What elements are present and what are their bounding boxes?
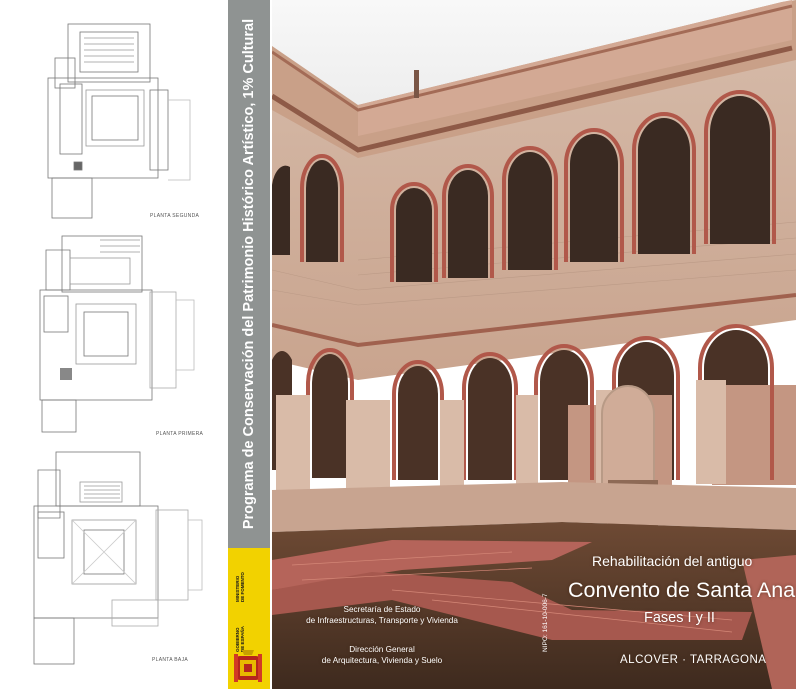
- gobierno-label: GOBIERNO DE ESPAÑA: [235, 626, 245, 652]
- plan-label-first: PLANTA PRIMERA: [156, 431, 204, 437]
- plan-label-ground: PLANTA BAJA: [152, 657, 188, 663]
- cover-subtitle-1: Rehabilitación del antiguo: [592, 553, 753, 569]
- nipo-code: NIPO: 161-10-006-7: [542, 593, 549, 652]
- secretary-line-2: de Infraestructuras, Transporte y Vivien…: [306, 616, 458, 625]
- coat-of-arms-icon: [234, 650, 262, 682]
- book-spine: Programa de Conservación del Patrimonio …: [226, 0, 272, 689]
- floor-plans-panel: PLANTA SEGUNDA PLANTA PRIMERA PLANTA BAJ…: [0, 0, 226, 689]
- plan-label-second: PLANTA SEGUNDA: [150, 213, 200, 219]
- spine-title: Programa de Conservación del Patrimonio …: [241, 18, 257, 530]
- secretary-block: Secretaría de Estado de Infraestructuras…: [272, 604, 492, 626]
- plan-ground-floor: [33, 451, 203, 665]
- cover-location: ALCOVER · TARRAGONA: [620, 654, 767, 666]
- direction-line-2: de Arquitectura, Vivienda y Suelo: [321, 656, 443, 665]
- floor-plans-drawing: [33, 23, 203, 665]
- direction-block: Dirección General de Arquitectura, Vivie…: [272, 644, 492, 666]
- secretary-line-1: Secretaría de Estado: [343, 605, 421, 614]
- cover-subtitle-2: Fases I y II: [644, 610, 715, 626]
- direction-line-1: Dirección General: [349, 645, 415, 654]
- plan-first-floor: [39, 235, 195, 433]
- plan-second-floor: [47, 23, 191, 219]
- cover-photo: Rehabilitación del antiguo Convento de S…: [272, 0, 796, 689]
- cover-title: Convento de Santa Ana: [568, 578, 796, 602]
